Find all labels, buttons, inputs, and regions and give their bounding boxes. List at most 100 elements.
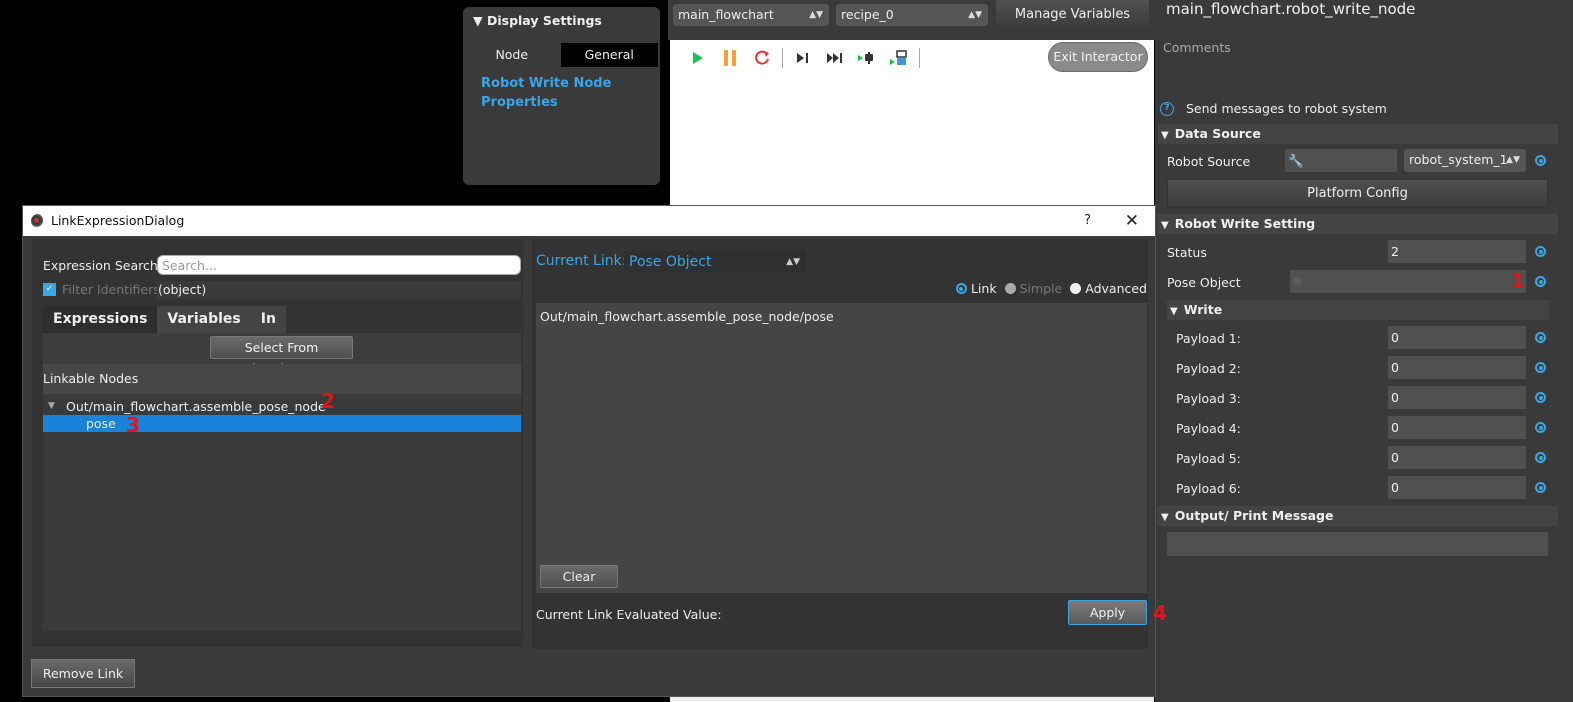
collapse-triangle-icon: ▼ [1161, 130, 1169, 141]
link-target-icon[interactable] [1535, 332, 1546, 343]
spinner-arrows-icon: ▲▼ [968, 10, 982, 20]
section-output-print-message[interactable]: ▼ Output/ Print Message [1158, 506, 1558, 526]
pause-icon[interactable] [714, 48, 746, 68]
display-settings-tabs: Node General [463, 43, 658, 67]
link-target-icon[interactable] [1535, 155, 1546, 166]
exit-interactor-button[interactable]: Exit Interactor [1048, 42, 1148, 72]
payload-field[interactable]: 0 [1388, 326, 1526, 349]
radio-link[interactable] [955, 283, 967, 294]
tree-node[interactable]: ▼ Out/main_flowchart.assemble_pose_node … [43, 391, 521, 415]
run-to-node-icon[interactable] [851, 48, 883, 68]
link-mode-radios: Link Simple Advanced [955, 281, 1147, 296]
section-robot-write-setting[interactable]: ▼ Robot Write Setting [1158, 214, 1558, 234]
display-settings-panel: ▼ Display Settings Node General Robot Wr… [463, 7, 660, 185]
step-into-node-icon[interactable] [883, 48, 915, 68]
payload-field[interactable]: 0 [1388, 476, 1526, 499]
expand-arrow-icon[interactable]: ▼ [48, 398, 55, 415]
step-all-icon[interactable] [819, 48, 851, 68]
tab-variables[interactable]: Variables [157, 306, 251, 333]
payload-field[interactable]: 0 [1388, 356, 1526, 379]
filter-type-value: (object) [157, 281, 521, 299]
link-target-icon[interactable] [1535, 482, 1546, 493]
help-button[interactable]: ? [1084, 206, 1091, 236]
apply-button[interactable]: Apply [1068, 600, 1147, 625]
payload-field[interactable]: 0 [1388, 386, 1526, 409]
radio-simple[interactable] [1004, 283, 1016, 294]
dialog-title: LinkExpressionDialog [51, 213, 185, 228]
properties-panel: main_flowchart.robot_write_node Comments… [1155, 0, 1573, 702]
status-label: Status [1167, 245, 1207, 260]
dialog-titlebar[interactable]: LinkExpressionDialog ? ✕ [23, 206, 1155, 236]
display-settings-header[interactable]: ▼ Display Settings [473, 13, 602, 28]
pose-object-label: Pose Object [1167, 275, 1241, 290]
recipe-select[interactable]: recipe_0 ▲▼ [836, 4, 988, 26]
annotation-3: 3 [126, 413, 140, 437]
collapse-triangle-icon: ▼ [1161, 512, 1169, 523]
filter-identifiers-checkbox[interactable]: ✓ [43, 283, 56, 296]
clear-button[interactable]: Clear [540, 565, 618, 588]
current-link-select[interactable]: Pose Object ▲▼ [624, 251, 806, 273]
run-toolbar [682, 48, 924, 68]
link-editor: Current Link: Pose Object ▲▼ Link Simple … [532, 239, 1167, 649]
wrench-icon: 🔧 [1288, 153, 1304, 168]
node-info: ? Send messages to robot system [1160, 101, 1387, 116]
step-icon[interactable] [787, 48, 819, 68]
collapse-triangle-icon: ▼ [1170, 306, 1178, 317]
select-from-flowchart-button[interactable]: Select From Flowchart... [210, 336, 353, 376]
payload-field[interactable]: 0 [1388, 416, 1526, 439]
annotation-2: 2 [321, 389, 335, 413]
current-link-label: Current Link: [536, 253, 627, 269]
section-write[interactable]: ▼ Write [1167, 300, 1549, 320]
expression-search-label: Expression Search: [43, 258, 162, 273]
robot-source-label: Robot Source [1167, 154, 1251, 169]
expressions-tab-body: Select From Flowchart... Linkable Nodes … [43, 333, 521, 631]
payload-field[interactable]: 0 [1388, 446, 1526, 469]
filter-identifiers-row: ✓ Filter Identifiers (object) [43, 281, 521, 299]
tab-expressions[interactable]: Expressions [43, 306, 158, 333]
radio-advanced[interactable] [1070, 283, 1082, 294]
link-expression-dialog: LinkExpressionDialog ? ✕ Expression Sear… [22, 205, 1167, 697]
link-target-icon[interactable] [1535, 276, 1546, 287]
expression-text: Out/main_flowchart.assemble_pose_node/po… [540, 309, 834, 324]
expression-browser: Expression Search: Search... ✓ Filter Id… [32, 239, 523, 647]
annotation-4: 4 [1153, 601, 1167, 625]
tab-in[interactable]: In [250, 306, 286, 333]
toolbar-separator [782, 48, 783, 68]
collapse-triangle-icon: ▼ [473, 13, 487, 28]
section-data-source[interactable]: ▼ Data Source [1158, 124, 1558, 144]
canvas-scroll-strip [670, 697, 1154, 702]
expression-search-input[interactable]: Search... [157, 255, 521, 275]
status-field[interactable]: 2 [1388, 240, 1526, 263]
link-target-icon[interactable] [1535, 422, 1546, 433]
close-icon[interactable]: ✕ [1125, 206, 1139, 236]
platform-config-button[interactable]: Platform Config [1167, 179, 1548, 208]
link-target-icon[interactable] [1535, 362, 1546, 373]
link-target-icon[interactable] [1535, 452, 1546, 463]
tab-node[interactable]: Node [463, 43, 561, 67]
expression-editor[interactable]: Out/main_flowchart.assemble_pose_node/po… [536, 303, 1147, 593]
spinner-arrows-icon: ▲▼ [786, 257, 800, 267]
link-target-icon[interactable] [1535, 246, 1546, 257]
link-target-icon[interactable] [1535, 392, 1546, 403]
tree-leaf-selected[interactable]: pose 3 [43, 413, 521, 437]
payload-label: Payload 3: [1176, 391, 1241, 406]
play-icon[interactable] [682, 48, 714, 68]
tab-general[interactable]: General [560, 43, 658, 67]
linkable-nodes-header: Linkable Nodes [43, 364, 521, 394]
evaluated-value-label: Current Link Evaluated Value: [536, 607, 722, 622]
filter-identifiers-label: Filter Identifiers [62, 282, 160, 297]
robot-source-link-field[interactable]: 🔧 [1285, 149, 1397, 172]
reset-icon[interactable] [746, 48, 778, 68]
remove-link-button[interactable]: Remove Link [31, 659, 135, 688]
output-message-field[interactable] [1167, 532, 1548, 556]
robot-source-select[interactable]: robot_system_1 ▲▼ [1404, 149, 1526, 172]
annotation-1: 1 [1511, 269, 1525, 293]
manage-variables-button[interactable]: Manage Variables [996, 0, 1149, 30]
payload-label: Payload 4: [1176, 421, 1241, 436]
node-title: main_flowchart.robot_write_node [1166, 0, 1416, 18]
pose-object-field[interactable]: ◎ [1290, 270, 1526, 293]
node-properties-link[interactable]: Robot Write Node Properties [481, 74, 651, 112]
flowchart-canvas[interactable]: Exit Interactor [670, 40, 1154, 210]
flowchart-select[interactable]: main_flowchart ▲▼ [673, 4, 829, 26]
comments-field[interactable]: Comments [1163, 40, 1231, 55]
